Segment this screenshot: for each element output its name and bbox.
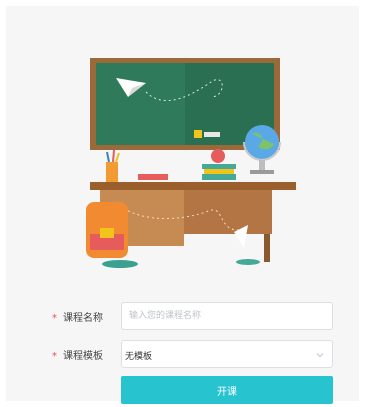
required-mark: * [52,351,57,362]
book-icon [138,174,168,180]
pencil-cup-icon [106,162,118,182]
classroom-illustration [76,52,306,272]
course-name-row: * 课程名称 [6,302,359,332]
course-template-row: * 课程模板 无模板 [6,340,359,370]
course-name-input[interactable] [121,302,333,330]
desk-top [90,182,296,190]
course-template-select[interactable]: 无模板 [121,340,333,368]
course-template-value: 无模板 [125,352,153,362]
chevron-down-icon [316,353,324,358]
apple-icon [211,149,225,163]
course-template-label: * 课程模板 [52,351,103,362]
classroom-illustration-svg [86,58,296,268]
required-mark: * [52,313,57,324]
course-create-panel: *课程名称 *课程模板 无模板 开课 [6,6,359,404]
course-name-label: * 课程名称 [52,313,103,324]
submit-row: 开课 [6,376,359,406]
start-course-button[interactable]: 开课 [121,376,333,404]
